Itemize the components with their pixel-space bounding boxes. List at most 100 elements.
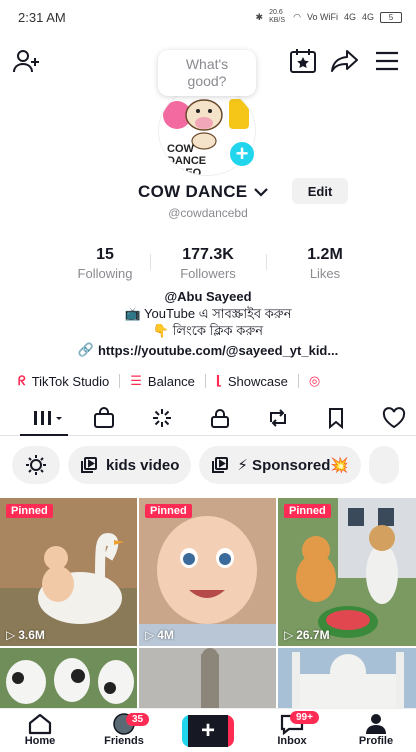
bio-line-1: @Abu Sayeed (164, 289, 252, 304)
tab-shop[interactable] (86, 400, 122, 436)
profile-icon (340, 713, 412, 735)
cats-watermelon-thumbnail (278, 498, 416, 646)
tab-favorites[interactable] (318, 400, 354, 436)
nav-home-label: Home (24, 735, 56, 747)
username: @cowdancebd (168, 206, 248, 220)
status-time: 2:31 AM (18, 9, 66, 25)
baby-face-thumbnail (139, 498, 276, 646)
balance-icon: ☰ (130, 373, 142, 388)
video-thumbnail[interactable] (0, 648, 137, 708)
profile-bio: @Abu Sayeed 📺 YouTube এ সাবস্ক্রাইব করুন… (0, 288, 416, 339)
stat-followers-value: 177.3K (182, 246, 234, 263)
nav-inbox[interactable]: Inbox 99+ (256, 711, 328, 747)
pinned-badge: Pinned (145, 504, 192, 518)
stat-followers-label: Followers (180, 266, 236, 281)
balance-label: Balance (147, 373, 195, 389)
stat-divider (266, 254, 267, 270)
plus-icon: + (188, 715, 228, 747)
nav-inbox-label: Inbox (277, 735, 307, 747)
status-bubble-text: What's good? (185, 56, 229, 89)
person-plus-icon[interactable] (12, 46, 42, 76)
divider (204, 374, 206, 388)
bookmark-icon (329, 408, 343, 429)
create-button[interactable]: + (182, 715, 234, 747)
bio-line-2: 📺 YouTube এ সাবস্ক্রাইব করুন (124, 306, 292, 321)
status-icons: ✱ 20.6 KB/S ◠ Vo WiFi 4G 4G 5 (256, 9, 402, 25)
pinned-badge: Pinned (284, 504, 331, 518)
name-row: COW DANCE Edit (0, 178, 416, 208)
nav-profile[interactable]: Profile (340, 713, 412, 747)
video-thumbnail[interactable]: Pinned ▷ 4M (139, 498, 276, 646)
battery-level: 5 (388, 12, 394, 22)
share-icon[interactable] (330, 46, 360, 76)
hamburger-menu-icon[interactable] (372, 46, 402, 76)
signal-label-1: Vo WiFi (306, 12, 338, 22)
view-count-value: 26.7M (296, 628, 330, 642)
divider (297, 374, 299, 388)
chip-kids-video-label: kids video (106, 456, 180, 474)
signal-label-3: 4G (361, 12, 374, 22)
stat-following[interactable]: 15 Following (50, 246, 160, 281)
stat-following-label: Following (77, 266, 133, 281)
bottom-navigation: Home Friends 35 + Inbox 99+ Profile (0, 708, 416, 752)
video-thumbnail[interactable]: Pinned ▷ 26.7M (278, 498, 416, 646)
tab-effects[interactable] (144, 400, 180, 436)
view-count: ▷ 3.6M (6, 628, 45, 642)
play-icon: ▷ (145, 628, 155, 642)
showcase-icon: ⌊ (215, 373, 222, 388)
showcase-link[interactable]: ⌊ Showcase (216, 373, 288, 389)
edit-profile-button[interactable]: Edit (292, 178, 348, 204)
view-count-value: 3.6M (18, 628, 45, 642)
stat-followers[interactable]: 177.3K Followers (153, 246, 263, 281)
chevron-down-icon (254, 188, 269, 197)
cows-thumbnail (0, 648, 137, 708)
status-bar: 2:31 AM ✱ 20.6 KB/S ◠ Vo WiFi 4G 4G 5 (0, 0, 416, 34)
play-icon: ▷ (6, 628, 16, 642)
add-story-button[interactable]: + (228, 140, 256, 168)
friends-badge: 35 (126, 713, 150, 726)
network-speed: 20.6 KB/S (269, 9, 286, 24)
tab-videos[interactable] (26, 400, 70, 436)
studio-icon: ᖇ (18, 373, 26, 388)
nav-friends-label: Friends (104, 735, 144, 747)
chip-settings[interactable] (12, 446, 60, 484)
nav-home[interactable]: Home (4, 713, 76, 747)
tab-reposts[interactable] (260, 400, 296, 436)
content-tabs (0, 400, 416, 436)
tiktok-studio-link[interactable]: ᖇ TikTok Studio (18, 373, 109, 389)
wifi-icon: ◠ (293, 11, 301, 22)
video-thumbnail[interactable]: Pinned ▷ 3.6M (0, 498, 137, 646)
tab-liked[interactable] (376, 400, 412, 436)
bio-link-text: https://youtube.com/@sayeed_yt_kid... (97, 342, 339, 358)
signal-label-2: 4G (343, 12, 356, 22)
chip-more[interactable] (369, 446, 400, 484)
nav-friends[interactable]: Friends 35 (88, 713, 160, 747)
playlist-icon (212, 457, 229, 473)
more-quick-icon[interactable]: ◎ (309, 373, 320, 389)
stat-likes[interactable]: 1.2M Likes (270, 246, 380, 281)
video-thumbnail[interactable] (139, 648, 276, 708)
showcase-label: Showcase (227, 373, 288, 389)
home-icon (4, 713, 76, 735)
display-name-button[interactable]: COW DANCE (138, 182, 269, 202)
grid-icon (34, 411, 62, 425)
bluetooth-icon: ✱ (255, 11, 264, 22)
divider (119, 374, 121, 388)
balance-link[interactable]: ☰ Balance (130, 373, 195, 389)
bio-link[interactable]: 🔗 https://youtube.com/@sayeed_yt_kid... (0, 342, 416, 358)
calendar-star-icon[interactable] (288, 46, 318, 76)
tab-private[interactable] (202, 400, 238, 436)
stat-following-value: 15 (96, 246, 114, 263)
status-bubble[interactable]: What's good? (158, 50, 256, 96)
video-thumbnail[interactable] (278, 648, 416, 708)
inbox-badge: 99+ (290, 711, 319, 724)
stat-divider (150, 254, 151, 270)
battery-icon: 5 (380, 11, 402, 23)
chip-sponsored[interactable]: ⚡ Sponsored💥 (199, 446, 362, 484)
stat-likes-label: Likes (309, 266, 341, 281)
active-tab-underline (20, 434, 68, 436)
chip-kids-video[interactable]: kids video (68, 446, 192, 484)
heart-icon (382, 407, 406, 429)
playlist-icon (81, 457, 97, 473)
friends-avatar-icon (88, 713, 160, 735)
